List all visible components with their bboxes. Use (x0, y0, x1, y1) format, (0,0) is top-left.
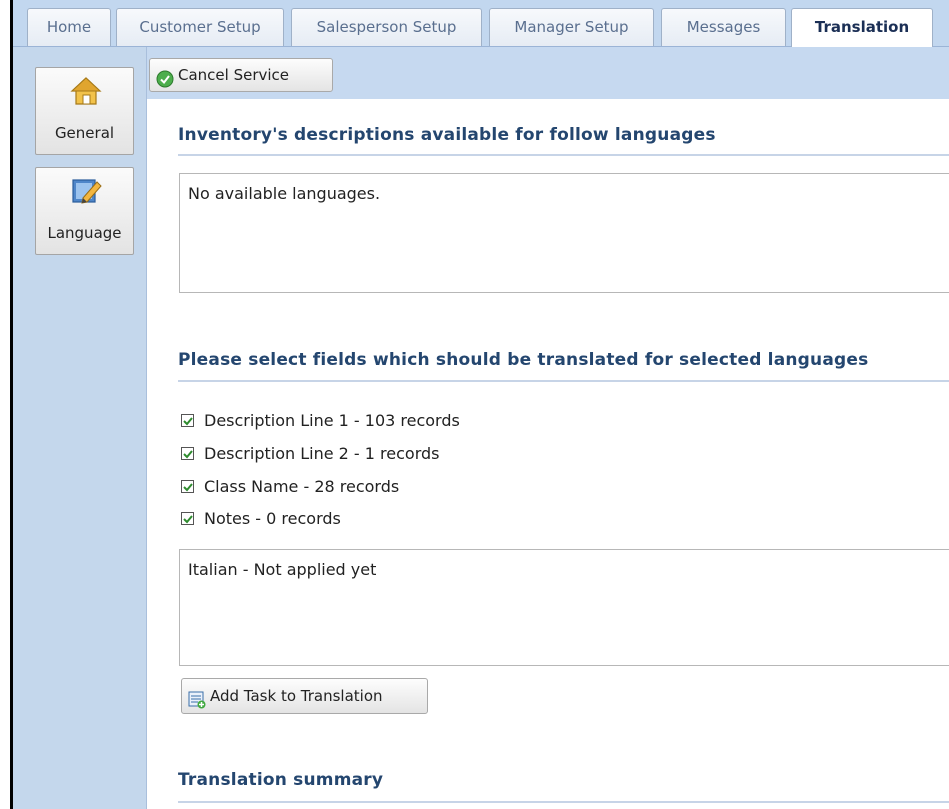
checkbox-label: Class Name - 28 records (204, 477, 400, 496)
checkbox[interactable] (181, 512, 194, 525)
sidebar: General Language (13, 47, 147, 809)
language-item-italian[interactable]: Italian - Not applied yet (188, 560, 376, 579)
tab-messages[interactable]: Messages (661, 8, 786, 46)
add-task-icon (188, 687, 206, 709)
house-icon (69, 74, 103, 108)
tab-customer-setup[interactable]: Customer Setup (116, 8, 284, 46)
checkbox-label: Description Line 1 - 103 records (204, 411, 460, 430)
cancel-service-button[interactable]: Cancel Service (149, 58, 333, 92)
available-languages-heading: Inventory's descriptions available for f… (178, 125, 716, 145)
divider (178, 801, 949, 803)
checkbox[interactable] (181, 447, 194, 460)
pencil-edit-icon (69, 174, 103, 208)
tab-home[interactable]: Home (27, 8, 111, 46)
fields-heading: Please select fields which should be tra… (178, 350, 869, 370)
tab-salesperson-setup[interactable]: Salesperson Setup (291, 8, 482, 46)
tab-manager-setup[interactable]: Manager Setup (489, 8, 654, 46)
checkbox[interactable] (181, 480, 194, 493)
sidebar-item-label: General (54, 124, 115, 142)
selected-languages-list[interactable]: Italian - Not applied yet (179, 549, 949, 666)
add-task-to-translation-button[interactable]: Add Task to Translation (181, 678, 428, 714)
tab-bar: Home Customer Setup Salesperson Setup Ma… (13, 0, 949, 48)
available-languages-text: No available languages. (188, 184, 381, 203)
checkbox-label: Notes - 0 records (204, 509, 341, 528)
app-frame: Home Customer Setup Salesperson Setup Ma… (10, 0, 949, 809)
checkbox[interactable] (181, 414, 194, 427)
translation-summary-heading: Translation summary (178, 770, 384, 790)
cancel-service-label: Cancel Service (178, 66, 290, 84)
toolbar: Cancel Service (147, 47, 949, 99)
available-languages-box: No available languages. (179, 173, 949, 293)
divider (178, 154, 949, 156)
add-task-label: Add Task to Translation (210, 687, 383, 705)
sidebar-item-general[interactable]: General (35, 67, 134, 155)
divider (178, 380, 949, 382)
tab-translation[interactable]: Translation (791, 8, 933, 48)
green-check-icon (156, 67, 174, 88)
checkbox-label: Description Line 2 - 1 records (204, 444, 440, 463)
sidebar-item-language[interactable]: Language (35, 167, 134, 255)
sidebar-item-label: Language (47, 224, 122, 242)
